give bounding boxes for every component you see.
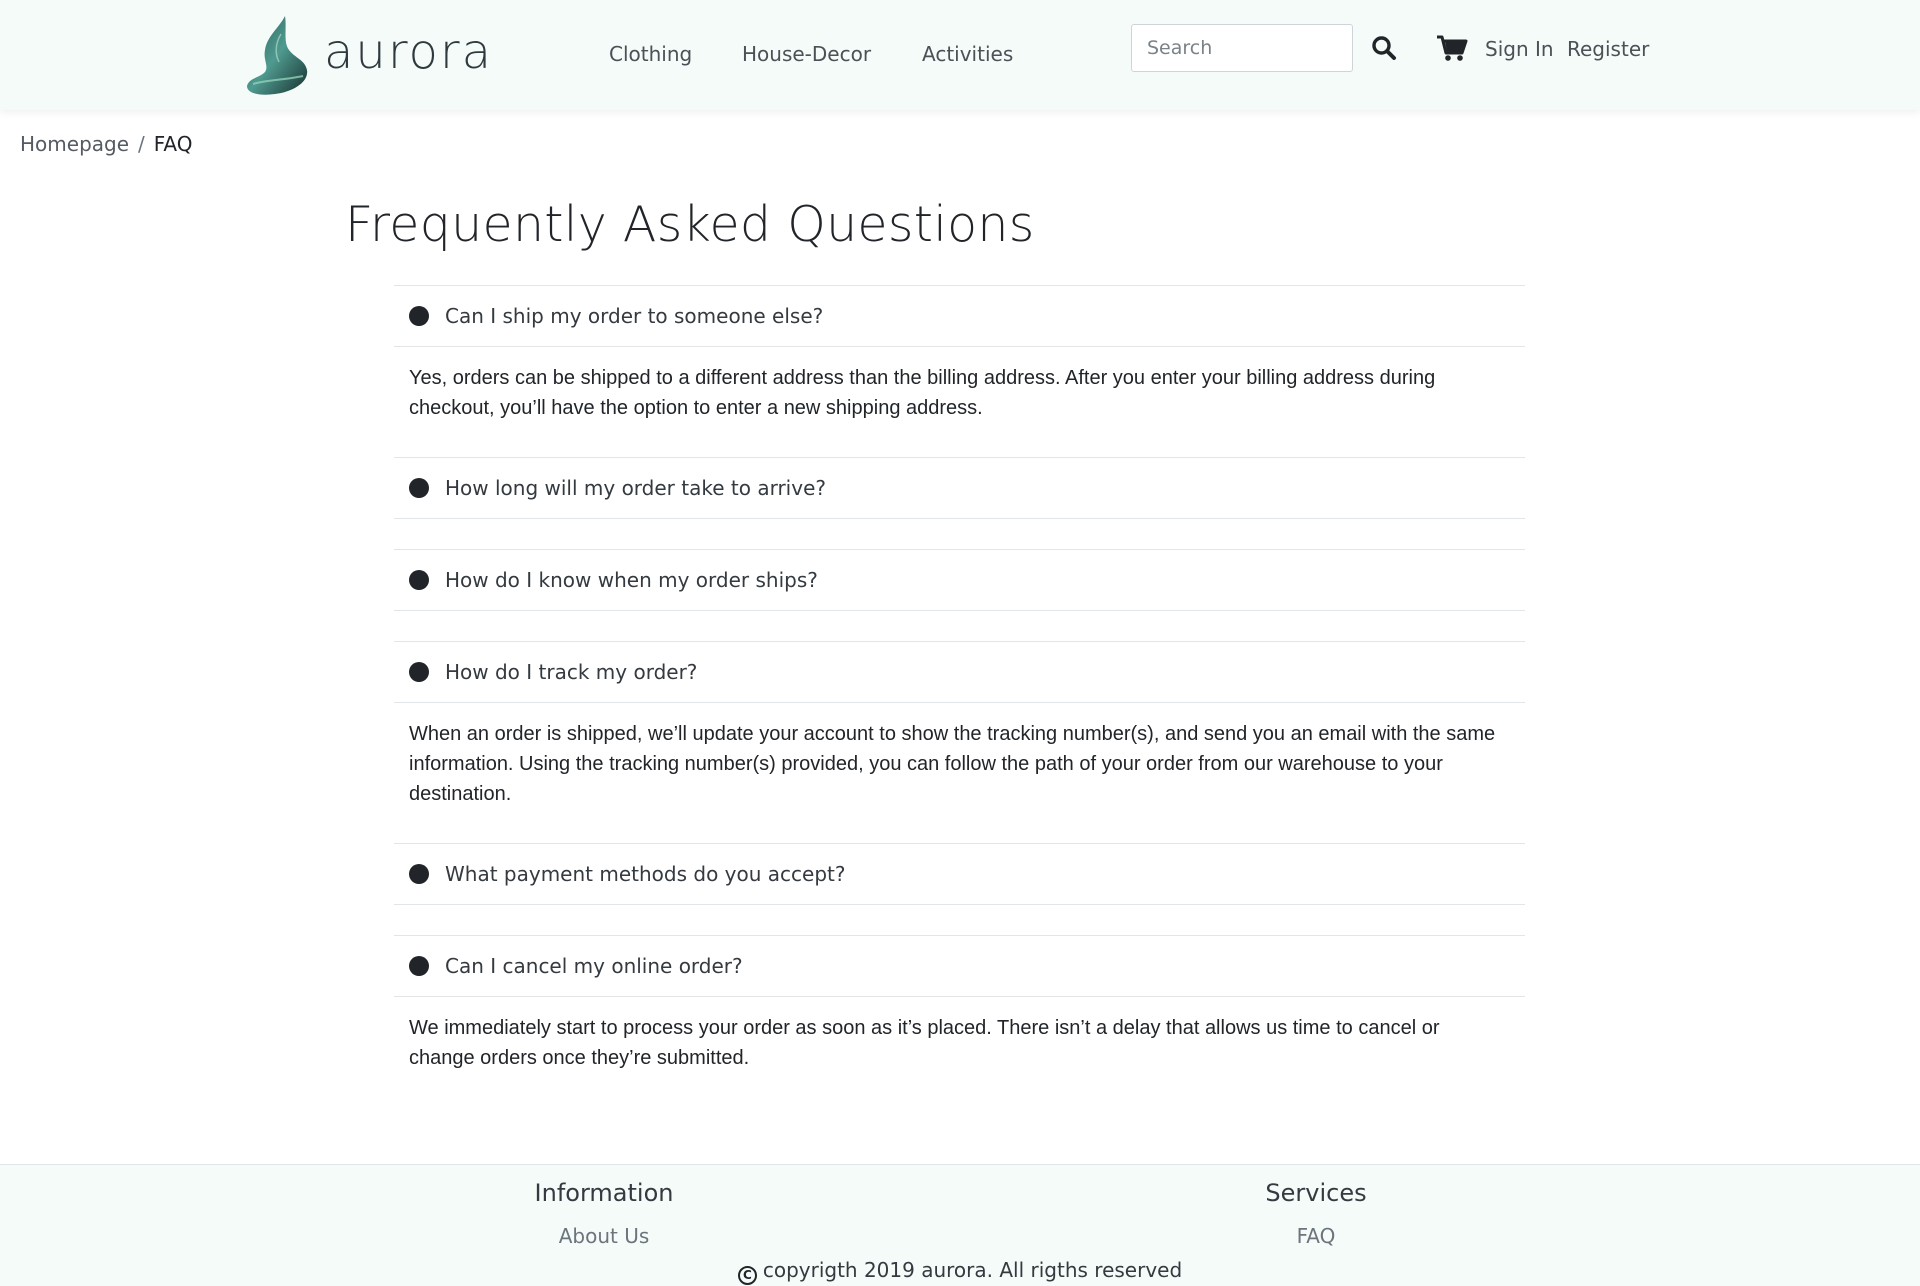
nav-house-decor[interactable]: House-Decor bbox=[742, 40, 871, 68]
faq-question: How do I know when my order ships? bbox=[445, 568, 818, 592]
faq-list: Can I ship my order to someone else? Yes… bbox=[394, 285, 1525, 1107]
copyright: Ccopyrigth 2019 aurora. All rigths reser… bbox=[0, 1256, 1920, 1285]
breadcrumb-separator: / bbox=[138, 132, 145, 156]
cart-icon[interactable] bbox=[1436, 34, 1468, 62]
bullet-icon bbox=[409, 864, 429, 884]
faq-answer: When an order is shipped, we’ll update y… bbox=[409, 723, 1496, 805]
nav-activities[interactable]: Activities bbox=[922, 40, 1013, 68]
faq-item: How long will my order take to arrive? bbox=[394, 457, 1525, 549]
bullet-icon bbox=[409, 662, 429, 682]
bullet-icon bbox=[409, 570, 429, 590]
faq-question: Can I cancel my online order? bbox=[445, 954, 743, 978]
faq-question-toggle[interactable]: Can I ship my order to someone else? bbox=[394, 286, 1525, 347]
faq-item: What payment methods do you accept? bbox=[394, 843, 1525, 935]
faq-answer bbox=[394, 611, 1525, 641]
register-link[interactable]: Register bbox=[1567, 35, 1649, 63]
faq-answer: We immediately start to process your ord… bbox=[409, 1017, 1440, 1069]
sign-in-link[interactable]: Sign In bbox=[1485, 35, 1554, 63]
footer-about-link[interactable]: About Us bbox=[454, 1222, 754, 1250]
copyright-text: copyrigth 2019 aurora. All rigths reserv… bbox=[762, 1258, 1183, 1282]
faq-question-toggle[interactable]: Can I cancel my online order? bbox=[394, 936, 1525, 997]
breadcrumb-current: FAQ bbox=[153, 132, 193, 156]
faq-question-toggle[interactable]: How long will my order take to arrive? bbox=[394, 458, 1525, 519]
faq-answer bbox=[394, 519, 1525, 549]
footer-services-heading: Services bbox=[1265, 1179, 1367, 1207]
bullet-icon bbox=[409, 478, 429, 498]
page-title: Frequently Asked Questions bbox=[345, 196, 1035, 253]
faq-question: How do I track my order? bbox=[445, 660, 698, 684]
faq-item: How do I track my order? When an order i… bbox=[394, 641, 1525, 843]
search-input[interactable] bbox=[1131, 24, 1353, 72]
faq-answer bbox=[394, 905, 1525, 935]
search-icon[interactable] bbox=[1370, 34, 1398, 62]
bullet-icon bbox=[409, 306, 429, 326]
bullet-icon bbox=[409, 956, 429, 976]
faq-question: How long will my order take to arrive? bbox=[445, 476, 826, 500]
site-footer: Information About Us Services FAQ Ccopyr… bbox=[0, 1164, 1920, 1286]
brand-name[interactable]: aurora bbox=[324, 22, 493, 82]
footer-information-heading: Information bbox=[534, 1179, 674, 1207]
faq-item: How do I know when my order ships? bbox=[394, 549, 1525, 641]
copyright-icon: C bbox=[737, 1266, 757, 1285]
faq-question: Can I ship my order to someone else? bbox=[445, 304, 824, 328]
aurora-logo[interactable] bbox=[245, 14, 311, 96]
faq-item: Can I ship my order to someone else? Yes… bbox=[394, 285, 1525, 457]
faq-item: Can I cancel my online order? We immedia… bbox=[394, 935, 1525, 1107]
site-header: aurora Clothing House-Decor Activities S… bbox=[0, 0, 1920, 110]
faq-question-toggle[interactable]: How do I know when my order ships? bbox=[394, 550, 1525, 611]
breadcrumb-home[interactable]: Homepage bbox=[20, 132, 129, 156]
faq-question-toggle[interactable]: What payment methods do you accept? bbox=[394, 844, 1525, 905]
faq-question-toggle[interactable]: How do I track my order? bbox=[394, 642, 1525, 703]
faq-answer: Yes, orders can be shipped to a differen… bbox=[409, 367, 1436, 419]
faq-question: What payment methods do you accept? bbox=[445, 862, 846, 886]
footer-faq-link[interactable]: FAQ bbox=[1166, 1222, 1466, 1250]
breadcrumb: Homepage / FAQ bbox=[20, 130, 193, 158]
nav-clothing[interactable]: Clothing bbox=[609, 40, 692, 68]
